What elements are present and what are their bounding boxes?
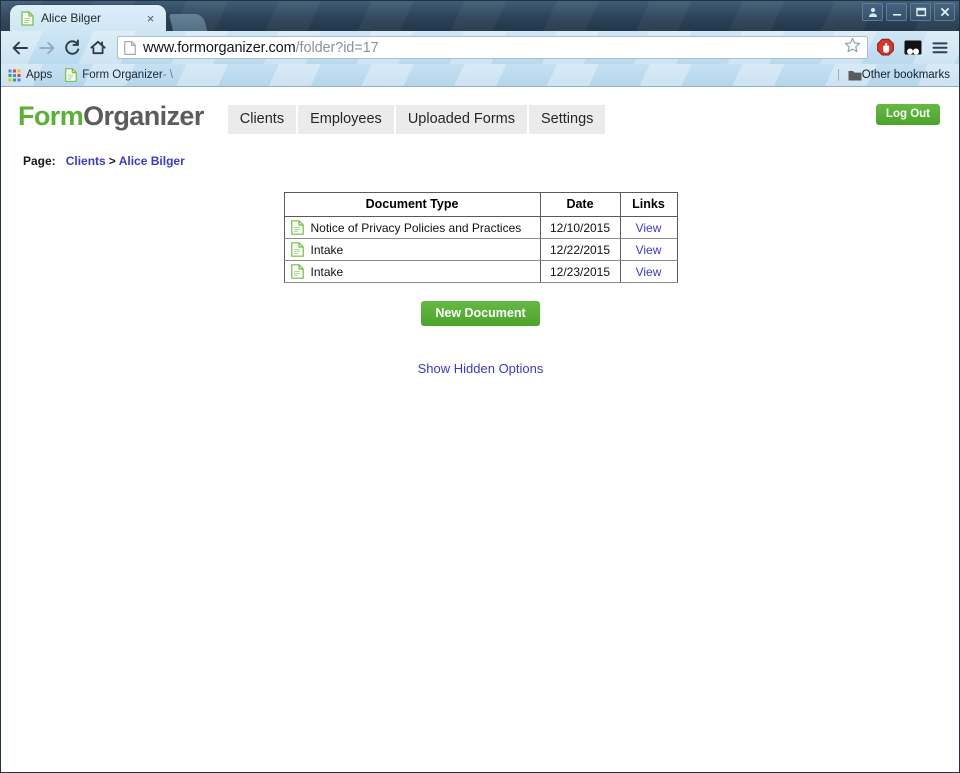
- breadcrumb-separator: >: [108, 154, 116, 168]
- table-row: Notice of Privacy Policies and Practices…: [283, 216, 678, 239]
- close-icon: [940, 7, 949, 17]
- show-hidden-options-container: Show Hidden Options: [2, 360, 959, 378]
- site-header: FormOrganizer Clients Employees Uploaded…: [2, 87, 959, 141]
- column-header-links: Links: [619, 192, 678, 217]
- bookmarks-bar: Apps Form Organizer - \ Other bookmarks: [1, 64, 959, 87]
- show-hidden-options-link[interactable]: Show Hidden Options: [418, 361, 544, 376]
- reload-icon: [65, 39, 80, 55]
- cell-links: View: [619, 216, 678, 239]
- forward-button[interactable]: [33, 35, 59, 61]
- main-navigation: Clients Employees Uploaded Forms Setting…: [227, 105, 606, 134]
- breadcrumb-item-current[interactable]: Alice Bilger: [119, 154, 185, 168]
- document-icon: [290, 242, 304, 257]
- document-table-head: Document Type Date Links: [283, 192, 678, 217]
- other-bookmarks-label: Other bookmarks: [861, 69, 950, 81]
- document-type-text: Notice of Privacy Policies and Practices: [310, 220, 522, 235]
- document-icon: [21, 10, 34, 26]
- breadcrumb: Page: Clients > Alice Bilger: [23, 154, 959, 168]
- bookmark-apps-label: Apps: [26, 69, 53, 81]
- nav-item-uploaded-forms[interactable]: Uploaded Forms: [395, 105, 529, 134]
- tab-strip: Alice Bilger ×: [1, 5, 208, 31]
- breadcrumb-label: Page:: [23, 154, 56, 168]
- document-type-text: Intake: [310, 264, 344, 279]
- browser-titlebar: Alice Bilger ×: [1, 1, 959, 31]
- page-viewport: FormOrganizer Clients Employees Uploaded…: [1, 87, 959, 772]
- browser-window: Alice Bilger × www.formorganizer.com/fol…: [0, 0, 960, 773]
- new-document-button[interactable]: New Document: [421, 301, 540, 326]
- document-table-body: Notice of Privacy Policies and Practices…: [283, 216, 678, 283]
- document-type-text: Intake: [310, 242, 344, 257]
- cell-document-type: Intake: [283, 238, 541, 261]
- url-text: www.formorganizer.com/folder?id=17: [143, 40, 838, 56]
- new-tab-button[interactable]: [168, 14, 208, 31]
- table-row: Intake 12/22/2015 View: [283, 238, 678, 261]
- bookmark-form-organizer-label: Form Organizer: [82, 69, 163, 81]
- address-bar[interactable]: www.formorganizer.com/folder?id=17: [117, 36, 868, 59]
- cell-date: 12/23/2015: [539, 260, 621, 283]
- url-host: www.formorganizer.com: [143, 39, 296, 56]
- table-header-row: Document Type Date Links: [283, 192, 678, 217]
- adblock-button[interactable]: [872, 35, 899, 61]
- adblock-icon: [877, 38, 894, 56]
- logout-button[interactable]: Log Out: [875, 104, 940, 125]
- bookmark-apps[interactable]: Apps: [8, 69, 52, 82]
- chrome-menu-icon: [932, 41, 947, 53]
- tab-title: Alice Bilger: [41, 11, 102, 25]
- view-link[interactable]: View: [636, 243, 662, 257]
- back-arrow-icon: [12, 41, 28, 54]
- bookmark-star-icon[interactable]: [844, 37, 861, 58]
- cell-date: 12/10/2015: [539, 216, 621, 239]
- url-path: /folder?id=17: [295, 39, 379, 56]
- view-link[interactable]: View: [636, 265, 662, 279]
- reload-button[interactable]: [59, 35, 85, 61]
- home-icon: [90, 40, 106, 55]
- table-row: Intake 12/23/2015 View: [283, 260, 678, 283]
- user-avatar-button[interactable]: [862, 3, 883, 21]
- cell-document-type: Intake: [283, 260, 541, 283]
- extension-button[interactable]: [899, 35, 926, 61]
- minimize-icon: [892, 14, 901, 16]
- cell-date: 12/22/2015: [539, 238, 621, 261]
- browser-toolbar: www.formorganizer.com/folder?id=17: [1, 31, 959, 64]
- site-logo[interactable]: FormOrganizer: [18, 101, 204, 132]
- logo-part-organizer: Organizer: [83, 101, 204, 131]
- column-header-date: Date: [539, 192, 621, 217]
- nav-item-employees[interactable]: Employees: [298, 105, 396, 134]
- tab-close-icon[interactable]: ×: [143, 11, 158, 26]
- cell-links: View: [619, 238, 678, 261]
- document-table-container: Document Type Date Links Notice of Priva…: [2, 192, 959, 283]
- view-link[interactable]: View: [636, 221, 662, 235]
- back-button[interactable]: [7, 35, 33, 61]
- chrome-menu-button[interactable]: [926, 35, 953, 61]
- folder-icon: [848, 71, 862, 81]
- apps-grid-icon: [8, 69, 21, 81]
- forward-arrow-icon: [38, 41, 54, 54]
- page-icon: [124, 40, 136, 55]
- window-controls: [862, 3, 955, 21]
- close-button[interactable]: [934, 3, 955, 21]
- cell-document-type: Notice of Privacy Policies and Practices: [283, 216, 541, 239]
- nav-item-settings[interactable]: Settings: [529, 105, 606, 134]
- logo-part-form: Form: [18, 101, 84, 131]
- new-document-container: New Document: [2, 301, 959, 326]
- extension-icon: [904, 40, 921, 55]
- document-icon: [290, 264, 304, 279]
- column-header-document-type: Document Type: [283, 192, 541, 217]
- other-bookmarks-button[interactable]: Other bookmarks: [837, 69, 950, 81]
- bookmark-form-organizer-suffix: - \: [162, 69, 173, 81]
- document-table: Document Type Date Links Notice of Priva…: [283, 192, 678, 283]
- maximize-icon: [915, 7, 926, 17]
- home-button[interactable]: [85, 35, 111, 61]
- minimize-button[interactable]: [886, 3, 907, 21]
- document-icon: [65, 68, 78, 82]
- maximize-button[interactable]: [910, 3, 931, 21]
- breadcrumb-item-clients[interactable]: Clients: [66, 154, 106, 168]
- cell-links: View: [619, 260, 678, 283]
- document-icon: [290, 220, 304, 235]
- user-avatar-icon: [868, 7, 877, 17]
- bookmark-form-organizer[interactable]: Form Organizer - \: [65, 68, 173, 82]
- browser-tab-active[interactable]: Alice Bilger ×: [10, 5, 166, 31]
- nav-item-clients[interactable]: Clients: [227, 105, 299, 134]
